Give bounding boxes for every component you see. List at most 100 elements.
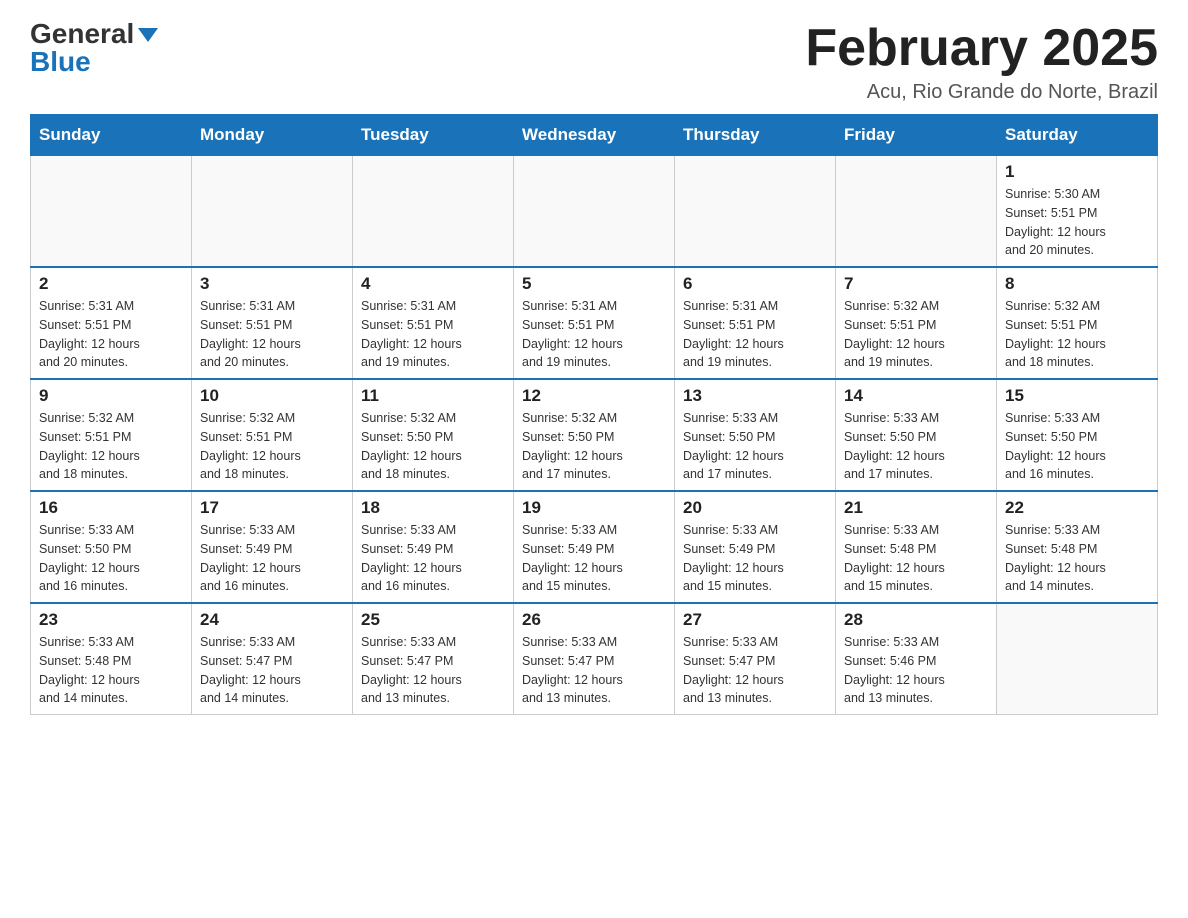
day-info: Sunrise: 5:33 AM Sunset: 5:48 PM Dayligh… xyxy=(39,633,183,708)
day-info: Sunrise: 5:32 AM Sunset: 5:51 PM Dayligh… xyxy=(200,409,344,484)
calendar-cell: 12Sunrise: 5:32 AM Sunset: 5:50 PM Dayli… xyxy=(514,379,675,491)
week-row-2: 2 Sunrise: 5:31 AM Sunset: 5:51 PM Daylig… xyxy=(31,267,1158,379)
logo-general-text: General xyxy=(30,18,134,49)
week-row-5: 23 Sunrise: 5:33 AM Sunset: 5:48 PM Dayli… xyxy=(31,603,1158,715)
calendar-cell: 11 Sunrise: 5:32 AM Sunset: 5:50 PM Dayli… xyxy=(353,379,514,491)
day-info: Sunrise: 5:33 AM Sunset: 5:48 PM Dayligh… xyxy=(1005,521,1149,596)
calendar-table: SundayMondayTuesdayWednesdayThursdayFrid… xyxy=(30,114,1158,715)
day-number: 23 xyxy=(39,610,183,630)
calendar-cell: 23 Sunrise: 5:33 AM Sunset: 5:48 PM Dayli… xyxy=(31,603,192,715)
calendar-cell: 16 Sunrise: 5:33 AM Sunset: 5:50 PM Dayli… xyxy=(31,491,192,603)
day-number: 15 xyxy=(1005,386,1149,406)
month-title: February 2025 xyxy=(805,20,1158,77)
day-info: Sunrise: 5:33 AM Sunset: 5:49 PM Dayligh… xyxy=(683,521,827,596)
calendar-cell: 5 Sunrise: 5:31 AM Sunset: 5:51 PM Daylig… xyxy=(514,267,675,379)
day-info: Sunrise: 5:31 AM Sunset: 5:51 PM Dayligh… xyxy=(683,297,827,372)
logo-blue-text: Blue xyxy=(30,48,91,76)
day-info: Sunrise: 5:32 AM Sunset: 5:50 PM Dayligh… xyxy=(361,409,505,484)
calendar-cell: 13 Sunrise: 5:33 AM Sunset: 5:50 PM Dayli… xyxy=(675,379,836,491)
calendar-cell: 24Sunrise: 5:33 AM Sunset: 5:47 PM Dayli… xyxy=(192,603,353,715)
calendar-cell: 22 Sunrise: 5:33 AM Sunset: 5:48 PM Dayli… xyxy=(997,491,1158,603)
calendar-cell: 8 Sunrise: 5:32 AM Sunset: 5:51 PM Daylig… xyxy=(997,267,1158,379)
calendar-header-saturday: Saturday xyxy=(997,115,1158,156)
day-number: 27 xyxy=(683,610,827,630)
logo: General Blue xyxy=(30,20,158,76)
title-section: February 2025 Acu, Rio Grande do Norte, … xyxy=(805,20,1158,104)
day-number: 14 xyxy=(844,386,988,406)
calendar-cell: 10 Sunrise: 5:32 AM Sunset: 5:51 PM Dayli… xyxy=(192,379,353,491)
calendar-cell: 14 Sunrise: 5:33 AM Sunset: 5:50 PM Dayli… xyxy=(836,379,997,491)
calendar-cell xyxy=(192,156,353,268)
day-number: 8 xyxy=(1005,274,1149,294)
calendar-header-wednesday: Wednesday xyxy=(514,115,675,156)
day-number: 22 xyxy=(1005,498,1149,518)
day-info: Sunrise: 5:31 AM Sunset: 5:51 PM Dayligh… xyxy=(39,297,183,372)
calendar-cell xyxy=(31,156,192,268)
day-info: Sunrise: 5:32 AM Sunset: 5:51 PM Dayligh… xyxy=(1005,297,1149,372)
day-number: 4 xyxy=(361,274,505,294)
calendar-header-tuesday: Tuesday xyxy=(353,115,514,156)
calendar-cell xyxy=(836,156,997,268)
calendar-cell: 21 Sunrise: 5:33 AM Sunset: 5:48 PM Dayli… xyxy=(836,491,997,603)
day-number: 26 xyxy=(522,610,666,630)
day-number: 21 xyxy=(844,498,988,518)
calendar-header-monday: Monday xyxy=(192,115,353,156)
day-info: Sunrise: 5:33 AM Sunset: 5:49 PM Dayligh… xyxy=(200,521,344,596)
day-info: Sunrise: 5:33 AM Sunset: 5:50 PM Dayligh… xyxy=(1005,409,1149,484)
calendar-cell: 26 Sunrise: 5:33 AM Sunset: 5:47 PM Dayli… xyxy=(514,603,675,715)
day-number: 12 xyxy=(522,386,666,406)
day-info: Sunrise: 5:33 AM Sunset: 5:48 PM Dayligh… xyxy=(844,521,988,596)
calendar-header-row: SundayMondayTuesdayWednesdayThursdayFrid… xyxy=(31,115,1158,156)
week-row-1: 1 Sunrise: 5:30 AM Sunset: 5:51 PM Daylig… xyxy=(31,156,1158,268)
calendar-cell: 3 Sunrise: 5:31 AM Sunset: 5:51 PM Daylig… xyxy=(192,267,353,379)
day-number: 7 xyxy=(844,274,988,294)
day-info: Sunrise: 5:31 AM Sunset: 5:51 PM Dayligh… xyxy=(522,297,666,372)
day-number: 18 xyxy=(361,498,505,518)
calendar-cell: 2 Sunrise: 5:31 AM Sunset: 5:51 PM Daylig… xyxy=(31,267,192,379)
day-number: 11 xyxy=(361,386,505,406)
logo-general-row: General xyxy=(30,20,158,48)
day-info: Sunrise: 5:33 AM Sunset: 5:47 PM Dayligh… xyxy=(522,633,666,708)
day-info: Sunrise: 5:33 AM Sunset: 5:47 PM Dayligh… xyxy=(200,633,344,708)
calendar-cell: 18 Sunrise: 5:33 AM Sunset: 5:49 PM Dayli… xyxy=(353,491,514,603)
day-info: Sunrise: 5:33 AM Sunset: 5:50 PM Dayligh… xyxy=(683,409,827,484)
day-number: 19 xyxy=(522,498,666,518)
day-number: 1 xyxy=(1005,162,1149,182)
day-info: Sunrise: 5:33 AM Sunset: 5:50 PM Dayligh… xyxy=(844,409,988,484)
day-number: 2 xyxy=(39,274,183,294)
day-info: Sunrise: 5:32 AM Sunset: 5:51 PM Dayligh… xyxy=(844,297,988,372)
day-info: Sunrise: 5:30 AM Sunset: 5:51 PM Dayligh… xyxy=(1005,185,1149,260)
calendar-cell xyxy=(514,156,675,268)
calendar-cell: 20 Sunrise: 5:33 AM Sunset: 5:49 PM Dayli… xyxy=(675,491,836,603)
day-info: Sunrise: 5:33 AM Sunset: 5:49 PM Dayligh… xyxy=(361,521,505,596)
calendar-cell: 15 Sunrise: 5:33 AM Sunset: 5:50 PM Dayli… xyxy=(997,379,1158,491)
page-header: General Blue February 2025 Acu, Rio Gran… xyxy=(30,20,1158,104)
week-row-3: 9 Sunrise: 5:32 AM Sunset: 5:51 PM Daylig… xyxy=(31,379,1158,491)
day-number: 3 xyxy=(200,274,344,294)
calendar-cell: 27Sunrise: 5:33 AM Sunset: 5:47 PM Dayli… xyxy=(675,603,836,715)
day-number: 20 xyxy=(683,498,827,518)
calendar-cell: 7 Sunrise: 5:32 AM Sunset: 5:51 PM Daylig… xyxy=(836,267,997,379)
day-number: 25 xyxy=(361,610,505,630)
day-number: 10 xyxy=(200,386,344,406)
day-info: Sunrise: 5:33 AM Sunset: 5:47 PM Dayligh… xyxy=(361,633,505,708)
day-number: 9 xyxy=(39,386,183,406)
calendar-cell: 6Sunrise: 5:31 AM Sunset: 5:51 PM Daylig… xyxy=(675,267,836,379)
day-info: Sunrise: 5:32 AM Sunset: 5:51 PM Dayligh… xyxy=(39,409,183,484)
logo-triangle-icon xyxy=(138,28,158,42)
day-info: Sunrise: 5:31 AM Sunset: 5:51 PM Dayligh… xyxy=(200,297,344,372)
calendar-cell: 1 Sunrise: 5:30 AM Sunset: 5:51 PM Daylig… xyxy=(997,156,1158,268)
day-number: 13 xyxy=(683,386,827,406)
calendar-cell: 19Sunrise: 5:33 AM Sunset: 5:49 PM Dayli… xyxy=(514,491,675,603)
calendar-cell: 28Sunrise: 5:33 AM Sunset: 5:46 PM Dayli… xyxy=(836,603,997,715)
day-number: 17 xyxy=(200,498,344,518)
day-number: 28 xyxy=(844,610,988,630)
day-info: Sunrise: 5:33 AM Sunset: 5:50 PM Dayligh… xyxy=(39,521,183,596)
calendar-cell: 17 Sunrise: 5:33 AM Sunset: 5:49 PM Dayli… xyxy=(192,491,353,603)
day-info: Sunrise: 5:31 AM Sunset: 5:51 PM Dayligh… xyxy=(361,297,505,372)
day-number: 5 xyxy=(522,274,666,294)
week-row-4: 16 Sunrise: 5:33 AM Sunset: 5:50 PM Dayli… xyxy=(31,491,1158,603)
location-subtitle: Acu, Rio Grande do Norte, Brazil xyxy=(805,81,1158,104)
day-number: 16 xyxy=(39,498,183,518)
calendar-cell xyxy=(997,603,1158,715)
